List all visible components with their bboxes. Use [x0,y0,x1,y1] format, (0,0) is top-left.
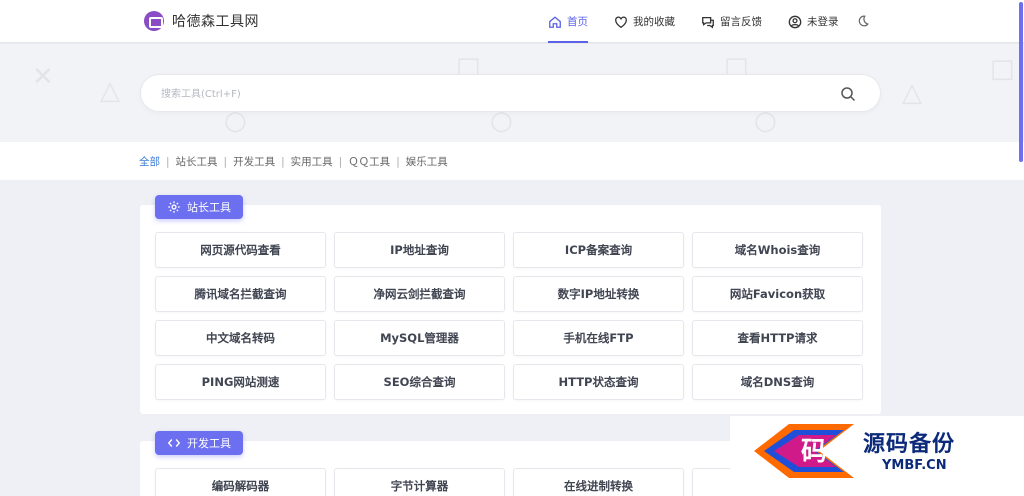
category-separator: | [396,155,400,168]
category-tabs: 全部 | 站长工具 | 开发工具 | 实用工具 | ＱＱ工具 | 娱乐工具 [139,154,448,169]
search-input[interactable] [161,85,801,103]
category-separator: | [281,155,285,168]
tool-card[interactable]: MySQL管理器 [334,320,505,356]
nav-login[interactable]: 未登录 [788,0,839,43]
category-fun[interactable]: 娱乐工具 [406,154,448,169]
tool-card[interactable]: PING网站测速 [155,364,326,400]
tool-card[interactable]: 查看HTTP请求 [692,320,863,356]
nav-login-label: 未登录 [807,16,839,28]
category-qq[interactable]: ＱＱ工具 [348,154,390,169]
tool-card[interactable]: 域名Whois查询 [692,232,863,268]
logo-icon [144,11,164,31]
watermark-url: YMBF.CN [882,458,947,473]
moon-icon[interactable] [856,14,870,28]
tool-card[interactable]: 编码解码器 [155,468,326,496]
section-title-badge: 开发工具 [155,431,243,455]
tool-grid: 网页源代码查看 IP地址查询 ICP备案查询 域名Whois查询 腾讯域名拦截查… [155,232,863,400]
category-separator: | [166,155,170,168]
section-title-badge: 站长工具 [155,195,243,219]
nav-feedback-label: 留言反馈 [720,16,762,28]
tool-card[interactable]: 中文域名转码 [155,320,326,356]
category-separator: | [223,155,228,168]
site-logo[interactable]: 哈德森工具网 [144,11,259,31]
watermark-logo-char: 码 [801,437,827,467]
tool-card[interactable]: SEO综合查询 [334,364,505,400]
category-utility[interactable]: 实用工具 [291,154,333,169]
tool-card[interactable]: 网站Favicon获取 [692,276,863,312]
tool-card[interactable]: 腾讯域名拦截查询 [155,276,326,312]
tool-card[interactable]: 网页源代码查看 [155,232,326,268]
main-nav: 首页 我的收藏 留言反馈 未登录 [548,0,865,43]
search-hero: ✕ △ ○ □ ○ □ ○ △ □ [0,44,1024,142]
tool-card[interactable]: 手机在线FTP [513,320,684,356]
category-bar: 全部 | 站长工具 | 开发工具 | 实用工具 | ＱＱ工具 | 娱乐工具 [0,142,1024,180]
tool-card[interactable]: ICP备案查询 [513,232,684,268]
watermark-brand: 源码备份 [863,432,956,457]
triangle-decoration-icon: △ [902,78,922,108]
user-icon [788,15,802,28]
category-dev[interactable]: 开发工具 [233,154,275,169]
tool-card[interactable]: 在线进制转换 [513,468,684,496]
nav-home[interactable]: 首页 [548,0,588,43]
section-webmaster-tools: 站长工具 网页源代码查看 IP地址查询 ICP备案查询 域名Whois查询 腾讯… [140,195,881,414]
category-separator: | [338,155,343,168]
nav-feedback[interactable]: 留言反馈 [701,0,762,43]
watermark-logo: 码 [754,424,854,478]
category-webmaster[interactable]: 站长工具 [176,154,218,169]
nav-home-label: 首页 [567,16,588,28]
tool-card[interactable]: 数字IP地址转换 [513,276,684,312]
section-title: 开发工具 [187,437,231,450]
search-box [140,74,881,112]
watermark-overlay: 码 源码备份 YMBF.CN [730,416,1024,496]
tool-card[interactable]: 净网云剑拦截查询 [334,276,505,312]
tool-card[interactable]: 域名DNS查询 [692,364,863,400]
triangle-decoration-icon: △ [100,76,120,106]
category-all[interactable]: 全部 [139,154,160,169]
tool-card[interactable]: IP地址查询 [334,232,505,268]
square-decoration-icon: □ [990,54,1015,84]
chat-icon [702,16,714,28]
page-scrollbar[interactable] [1019,2,1023,162]
heart-icon [615,16,627,28]
top-header: 哈德森工具网 首页 我的收藏 留言反馈 未登录 [0,0,1024,43]
code-icon [167,439,181,447]
tool-card[interactable]: 字节计算器 [334,468,505,496]
section-title: 站长工具 [187,201,231,214]
site-name: 哈德森工具网 [172,14,259,30]
nav-favorites[interactable]: 我的收藏 [614,0,675,43]
tool-card[interactable]: HTTP状态查询 [513,364,684,400]
search-icon[interactable] [840,86,856,102]
home-icon [549,15,561,28]
nav-favorites-label: 我的收藏 [633,16,675,28]
gear-icon [168,201,180,213]
cross-decoration-icon: ✕ [32,62,54,92]
